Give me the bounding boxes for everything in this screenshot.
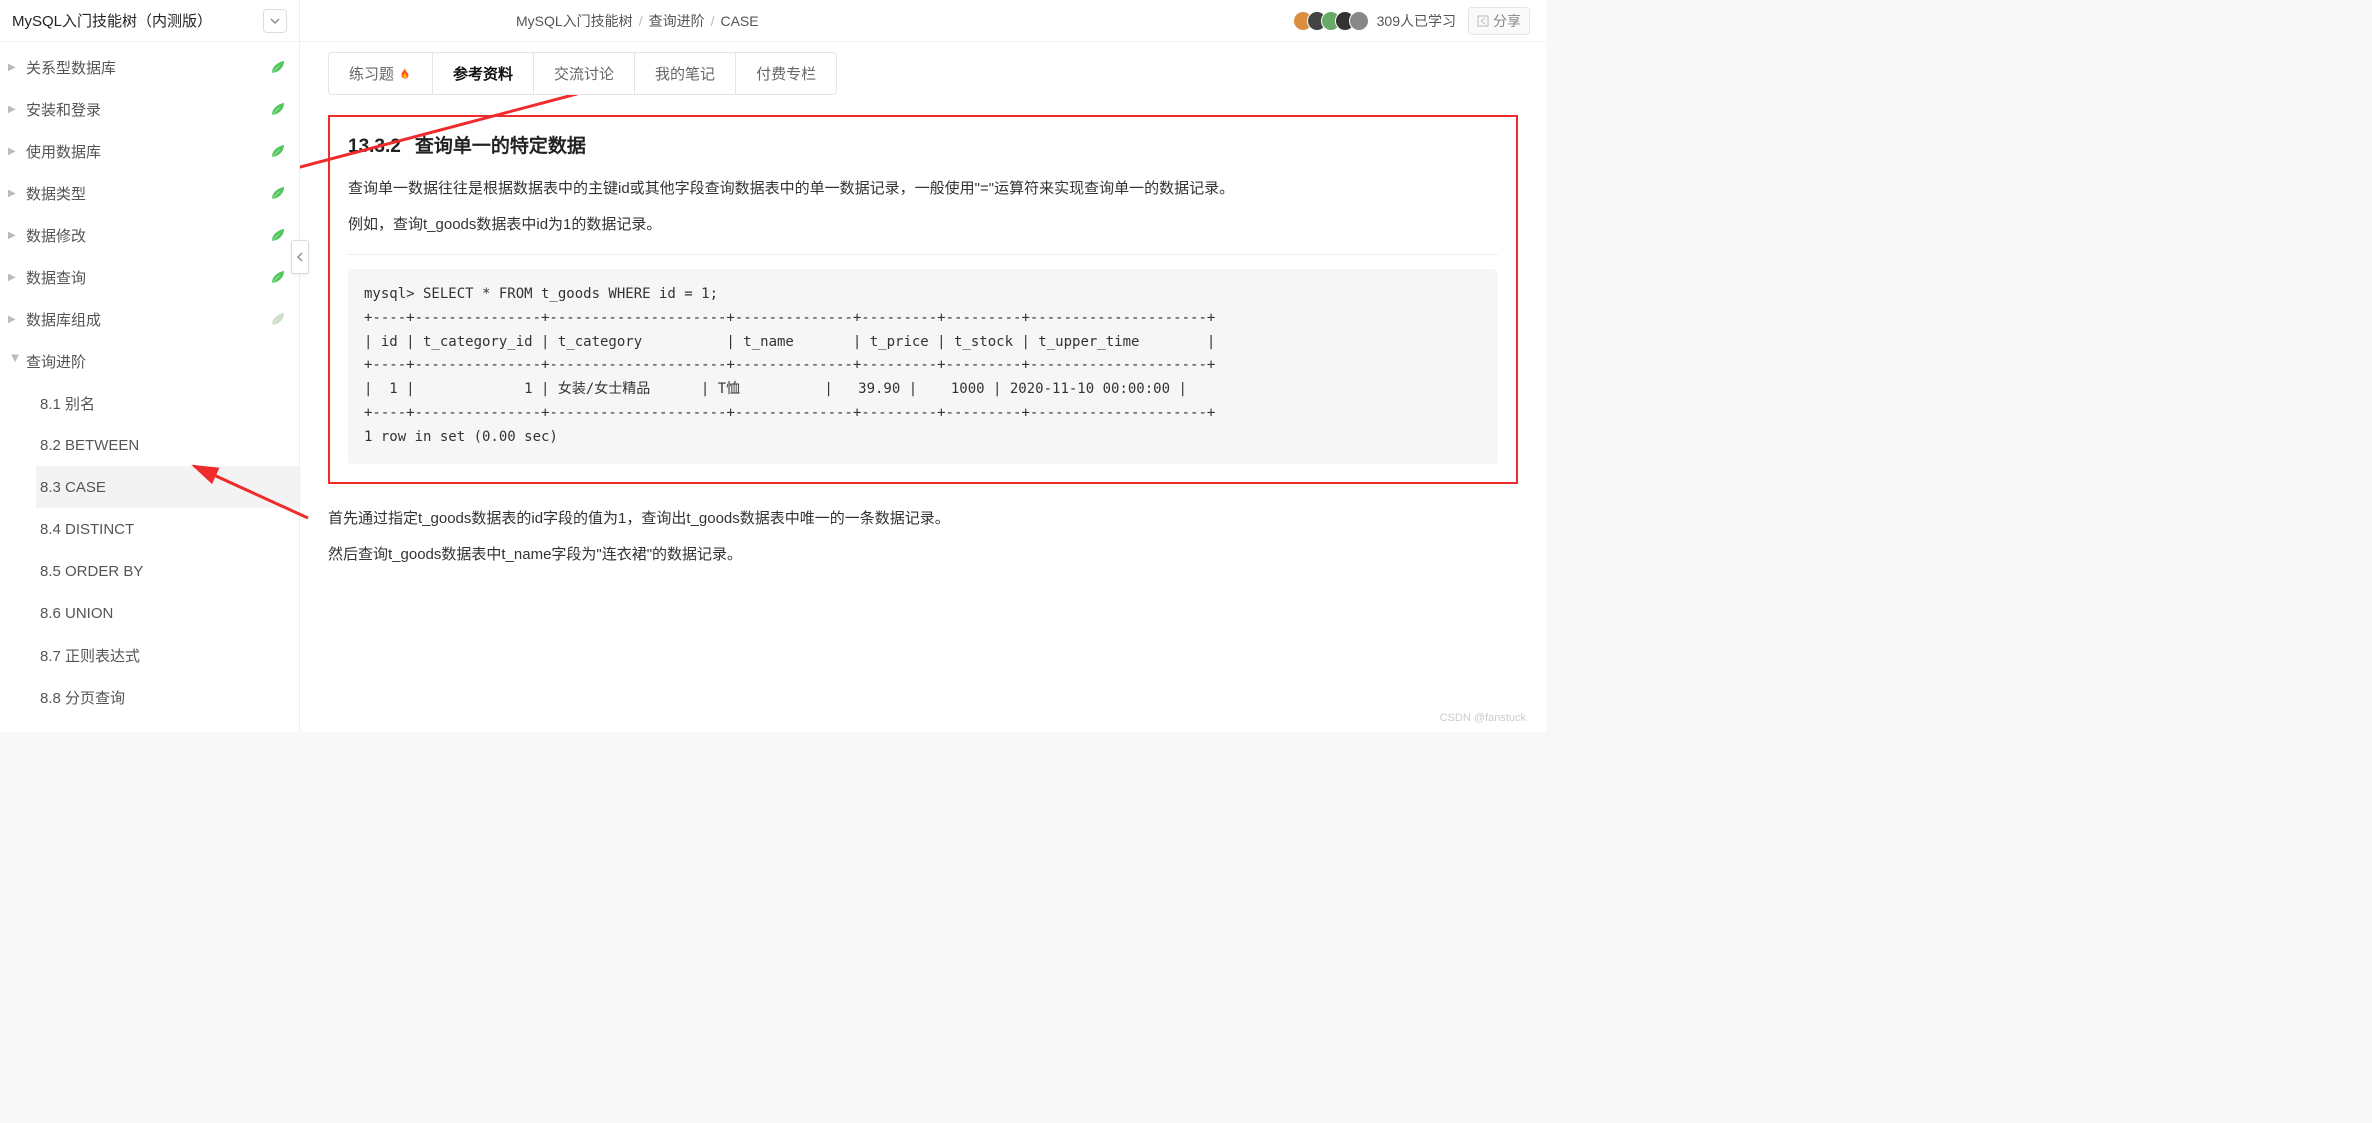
share-button[interactable]: 分享 (1468, 7, 1530, 35)
section-number: 13.3.2 (348, 136, 401, 157)
sidebar-item[interactable]: ▶ 使用数据库 (0, 130, 299, 172)
sidebar-subitem[interactable]: 8.6 UNION (36, 592, 299, 634)
leaf-icon (269, 268, 287, 286)
share-icon (1477, 15, 1489, 27)
sidebar-item-label: 数据库组成 (26, 309, 263, 330)
chevron-right-icon: ▶ (8, 230, 22, 241)
sidebar-subitem[interactable]: 8.5 ORDER BY (36, 550, 299, 592)
chevron-down-icon: ▶ (10, 354, 21, 368)
sidebar-item-label: 查询进阶 (26, 351, 287, 372)
sidebar-subitem[interactable]: 8.4 DISTINCT (36, 508, 299, 550)
paragraph: 然后查询t_goods数据表中t_name字段为"连衣裙"的数据记录。 (328, 540, 1518, 570)
tab-label: 交流讨论 (554, 63, 614, 84)
chevron-right-icon: ▶ (8, 272, 22, 283)
leaf-icon (269, 100, 287, 118)
sidebar-item-expanded[interactable]: ▶ 查询进阶 (0, 340, 299, 382)
main: MySQL入门技能树 / 查询进阶 / CASE 309人已学习 分享 练习题 参… (300, 0, 1546, 732)
sidebar-item[interactable]: ▶ 数据库组成 (0, 298, 299, 340)
breadcrumb-root[interactable]: MySQL入门技能树 (516, 11, 633, 31)
sidebar-item-label: 数据修改 (26, 225, 263, 246)
tab[interactable]: 我的笔记 (635, 53, 736, 94)
highlighted-section: 13.3.2 查询单一的特定数据 查询单一数据往往是根据数据表中的主键id或其他字… (328, 115, 1518, 484)
sidebar-item-label: 关系型数据库 (26, 57, 263, 78)
sidebar-header: MySQL入门技能树（内测版） (0, 0, 299, 42)
tab[interactable]: 交流讨论 (534, 53, 635, 94)
sidebar-item[interactable]: ▶ 数据查询 (0, 256, 299, 298)
section-heading: 查询单一的特定数据 (415, 136, 586, 157)
sidebar: MySQL入门技能树（内测版） ▶ 关系型数据库 ▶ 安装和登录 ▶ 使用数据库 ▶ 数据类型… (0, 0, 300, 732)
leaf-icon (269, 184, 287, 202)
tab[interactable]: 练习题 (329, 53, 433, 94)
breadcrumb: MySQL入门技能树 / 查询进阶 / CASE (516, 11, 1299, 31)
chevron-right-icon: ▶ (8, 188, 22, 199)
sidebar-item-label: 8.6 UNION (40, 605, 287, 622)
chevron-right-icon: ▶ (8, 62, 22, 73)
leaf-icon (269, 142, 287, 160)
tab-label: 练习题 (349, 63, 394, 84)
paragraph: 查询单一数据往往是根据数据表中的主键id或其他字段查询数据表中的单一数据记录，一… (348, 174, 1498, 204)
tabs-wrap: 练习题 参考资料 交流讨论 我的笔记 付费专栏 (300, 42, 1546, 95)
avatar (1349, 11, 1369, 31)
tab-label: 参考资料 (453, 63, 513, 84)
sidebar-item[interactable]: ▶ 安装和登录 (0, 88, 299, 130)
chevron-right-icon: ▶ (8, 146, 22, 157)
sidebar-item-label: 8.8 分页查询 (40, 687, 287, 708)
content: 13.3.2 查询单一的特定数据 查询单一数据往往是根据数据表中的主键id或其他字… (300, 95, 1546, 732)
breadcrumb-leaf[interactable]: CASE (720, 13, 758, 29)
avatar-strip (1299, 11, 1369, 31)
watermark: CSDN @fanstuck (1440, 712, 1526, 724)
sidebar-item[interactable]: ▶ 数据修改 (0, 214, 299, 256)
sidebar-subitem[interactable]: 8.8 分页查询 (36, 676, 299, 718)
chevron-right-icon: ▶ (8, 104, 22, 115)
section-title: 13.3.2 查询单一的特定数据 (348, 131, 1498, 158)
code-block: mysql> SELECT * FROM t_goods WHERE id = … (348, 269, 1498, 464)
tab[interactable]: 参考资料 (433, 53, 534, 94)
chevron-right-icon: ▶ (8, 314, 22, 325)
breadcrumb-sep: / (639, 13, 643, 29)
sidebar-item[interactable]: ▶ 关系型数据库 (0, 46, 299, 88)
sidebar-dropdown-toggle[interactable] (263, 9, 287, 33)
sidebar-item-label: 安装和登录 (26, 99, 263, 120)
topbar: MySQL入门技能树 / 查询进阶 / CASE 309人已学习 分享 (300, 0, 1546, 42)
breadcrumb-sep: / (711, 13, 715, 29)
breadcrumb-mid[interactable]: 查询进阶 (649, 11, 705, 31)
sidebar-item-label: 数据类型 (26, 183, 263, 204)
learn-count: 309人已学习 (1377, 11, 1456, 31)
sidebar-list: ▶ 关系型数据库 ▶ 安装和登录 ▶ 使用数据库 ▶ 数据类型 ▶ 数据修改 ▶ 数据查询 ▶ 数据库组成… (0, 42, 299, 732)
leaf-icon (269, 58, 287, 76)
paragraph: 例如，查询t_goods数据表中id为1的数据记录。 (348, 210, 1498, 240)
sidebar-subitem[interactable]: 8.1 别名 (36, 382, 299, 424)
tabs: 练习题 参考资料 交流讨论 我的笔记 付费专栏 (328, 52, 837, 95)
tab-label: 付费专栏 (756, 63, 816, 84)
sidebar-item-label: 8.1 别名 (40, 393, 287, 414)
leaf-icon (269, 226, 287, 244)
paragraph: 首先通过指定t_goods数据表的id字段的值为1，查询出t_goods数据表中… (328, 504, 1518, 534)
sidebar-subitem[interactable]: 8.3 CASE (36, 466, 299, 508)
sidebar-item-label: 8.5 ORDER BY (40, 563, 287, 580)
share-label: 分享 (1493, 11, 1521, 31)
tab[interactable]: 付费专栏 (736, 53, 836, 94)
sidebar-item[interactable]: ▶ 数据类型 (0, 172, 299, 214)
sidebar-subitem[interactable]: 8.2 BETWEEN (36, 424, 299, 466)
divider (348, 254, 1498, 255)
sidebar-item-label: 使用数据库 (26, 141, 263, 162)
sidebar-title: MySQL入门技能树（内测版） (12, 10, 263, 31)
tab-label: 我的笔记 (655, 63, 715, 84)
sidebar-subitem[interactable]: 8.7 正则表达式 (36, 634, 299, 676)
chevron-down-icon (270, 18, 280, 24)
fire-icon (398, 67, 412, 81)
sidebar-item-label: 8.7 正则表达式 (40, 645, 287, 666)
sidebar-item-label: 8.4 DISTINCT (40, 521, 287, 538)
sidebar-item-label: 8.3 CASE (40, 479, 287, 496)
sidebar-item-label: 8.2 BETWEEN (40, 437, 287, 454)
sidebar-item-label: 数据查询 (26, 267, 263, 288)
leaf-icon (269, 310, 287, 328)
